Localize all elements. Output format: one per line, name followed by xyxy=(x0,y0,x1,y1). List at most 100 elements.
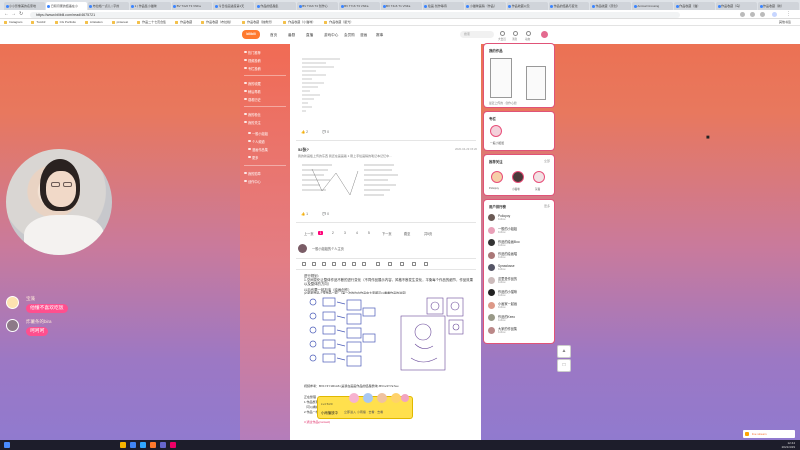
sidebar-item-creator[interactable]: 创作中心 xyxy=(244,179,261,184)
nav-live[interactable]: 直播 xyxy=(306,33,313,38)
bookmark-item[interactable]: Tumblr xyxy=(31,20,46,24)
browser-tab[interactable]: 小猫咪画稿（作品） xyxy=(464,2,506,10)
extension-icon[interactable] xyxy=(760,12,765,17)
sidebar-item-later[interactable]: 稍后再看 xyxy=(244,89,261,94)
sidebar-item-history[interactable]: 观看历史 xyxy=(244,97,261,102)
nav-shop[interactable]: 会员购 xyxy=(344,33,355,38)
work-thumbnail[interactable] xyxy=(526,66,546,100)
ranking-avatar[interactable] xyxy=(488,276,495,284)
image-icon[interactable] xyxy=(376,262,380,266)
nav-anime[interactable]: 番剧 xyxy=(288,33,295,38)
dynamic-icon[interactable] xyxy=(526,31,531,36)
obs-icon[interactable] xyxy=(160,442,166,448)
italic-icon[interactable] xyxy=(312,262,316,266)
app-icon[interactable] xyxy=(170,442,176,448)
work-thumbnail[interactable] xyxy=(490,58,512,98)
scroll-top-icon[interactable]: ▲ xyxy=(558,346,570,357)
ranking-avatar[interactable] xyxy=(488,214,495,221)
heading-icon[interactable] xyxy=(342,262,346,266)
browser-tab[interactable]: 作品收藏（猫） xyxy=(674,2,716,10)
recommend-name[interactable]: 小猫咪 xyxy=(512,187,520,191)
app-icon[interactable] xyxy=(150,442,156,448)
post2-like-button[interactable]: 👍 1 xyxy=(301,212,308,216)
recommend-more[interactable]: 全部 xyxy=(544,159,550,163)
browser-tab[interactable]: BV T7v6 T3 VNFa xyxy=(339,2,381,10)
bookmark-item[interactable]: CG Portfolio xyxy=(54,20,76,24)
browser-tab[interactable]: 作品收藏（原创） xyxy=(590,2,632,10)
ranking-row[interactable]: 作品的Keeo Follow xyxy=(498,314,515,322)
ranking-row[interactable]: 小画家一起画 Follow xyxy=(498,301,517,309)
pagination-next[interactable]: 下一页 xyxy=(382,231,392,236)
start-icon[interactable] xyxy=(4,442,10,448)
ranking-avatar[interactable] xyxy=(488,226,495,234)
chrome-icon[interactable] xyxy=(130,442,136,448)
folder-icon[interactable] xyxy=(120,442,126,448)
browser-tab[interactable]: BV T4v6 T3 VNFa xyxy=(171,2,213,10)
post1-image[interactable] xyxy=(296,55,366,123)
sketch-image[interactable] xyxy=(305,294,475,376)
browser-tab[interactable]: 作品的结晶与变化 xyxy=(548,2,590,10)
post2-image[interactable] xyxy=(298,161,418,203)
ranking-avatar[interactable] xyxy=(488,239,495,246)
bookmark-item[interactable]: 作品收藏 xyxy=(175,20,192,24)
ranking-avatar[interactable] xyxy=(488,289,495,296)
bookmark-item[interactable]: 作品收藏（小猫咪） xyxy=(283,20,315,24)
ranking-row[interactable]: Sprawlosse Follow xyxy=(498,264,514,271)
browser-tab[interactable]: 作品的结晶集 xyxy=(255,2,297,10)
browser-tab[interactable]: BV T4v6 T1 VNFa xyxy=(381,2,422,10)
ranking-row[interactable]: 这里是作品的 Follow xyxy=(498,276,517,284)
extension-icon[interactable] xyxy=(750,12,755,17)
recommend-avatar[interactable] xyxy=(533,171,545,183)
live-gift-popup[interactable]: Lv4 5/20 小雨播放中 立即进入 小雨播 · 去看 · 去看 xyxy=(318,393,412,418)
feedback-icon[interactable]: □ xyxy=(558,360,570,371)
code-icon[interactable] xyxy=(412,262,416,266)
sidebar-item-sub-3[interactable]: 漫画作品集 xyxy=(248,147,268,152)
forward-icon[interactable]: → xyxy=(11,12,16,17)
emoji-icon[interactable] xyxy=(400,262,404,266)
browser-tab[interactable]: 1 | 作品集小猫咪 xyxy=(129,2,171,10)
recommend-name[interactable]: Poliopoy xyxy=(489,187,499,190)
message-icon[interactable] xyxy=(513,31,518,36)
bookmark-item[interactable]: 作品收藏（独角兽） xyxy=(242,20,274,24)
live-pill[interactable]: live stream xyxy=(743,430,795,438)
browser-tab[interactable]: 作品收藏（鸟） xyxy=(716,2,758,10)
column-avatar[interactable] xyxy=(490,125,502,137)
ranking-row[interactable]: 作品的绘画喵 Follow xyxy=(498,251,517,259)
nav-match[interactable]: 赛事 xyxy=(376,33,383,38)
sidebar-item-fans[interactable]: 我的粉丝 xyxy=(244,112,261,117)
sidebar-item-favorites[interactable]: 我的收藏 xyxy=(244,81,261,86)
ranking-avatar[interactable] xyxy=(488,251,495,259)
ranking-avatar[interactable] xyxy=(488,326,495,334)
bookmark-item[interactable]: Artstation xyxy=(84,20,103,24)
reload-icon[interactable]: ↻ xyxy=(19,12,23,17)
clock[interactable]: 12:44 2021/4/29 xyxy=(782,441,795,449)
bookmark-item[interactable]: pinterest xyxy=(111,20,128,24)
nav-game[interactable]: 游戏中心 xyxy=(324,33,338,38)
post2-title[interactable]: 52张? xyxy=(298,147,309,153)
sidebar-item-more[interactable]: 更多 xyxy=(247,155,258,160)
sidebar-item-sub-1[interactable]: 一般小姐姐 xyxy=(248,131,268,136)
recommend-name[interactable]: 灰猫 xyxy=(535,187,540,191)
search-input[interactable]: 搜索 xyxy=(460,31,494,38)
ranking-more[interactable]: 更多 xyxy=(544,204,550,208)
sidebar-item-article[interactable]: 专栏投稿 xyxy=(244,66,261,71)
video-icon[interactable] xyxy=(424,262,428,266)
strike-icon[interactable] xyxy=(332,262,336,266)
pagination-page[interactable]: 3 xyxy=(344,231,346,235)
bold-icon[interactable] xyxy=(302,262,306,266)
browser-tab[interactable]: BV T3v6 T4 创作心 xyxy=(297,2,339,10)
ranking-avatar[interactable] xyxy=(488,264,495,271)
post2-comment-button[interactable]: 💬 0 xyxy=(322,212,329,216)
other-bookmarks[interactable]: 其他书签 xyxy=(779,20,791,24)
pagination-page[interactable]: 2 xyxy=(332,231,334,235)
sidebar-item-video[interactable]: 视频投稿 xyxy=(244,58,261,63)
ranking-avatar[interactable] xyxy=(488,301,495,309)
sidebar-item-hot[interactable]: 热门推荐 xyxy=(244,50,261,55)
profile-icon[interactable] xyxy=(772,12,777,17)
browser-tab[interactable]: 今日绘画进度第1天 xyxy=(213,2,255,10)
column-item[interactable]: 一般小姐姐 xyxy=(490,141,504,145)
post1-like-button[interactable]: 👍 2 xyxy=(301,130,308,134)
browser-tab[interactable]: 布拉格一点儿 | 字的 xyxy=(87,2,129,10)
ranking-row[interactable]: 一般的小姐姐 Follow xyxy=(498,226,517,234)
bookmark-item[interactable]: 作品收藏（布拉格） xyxy=(201,20,233,24)
